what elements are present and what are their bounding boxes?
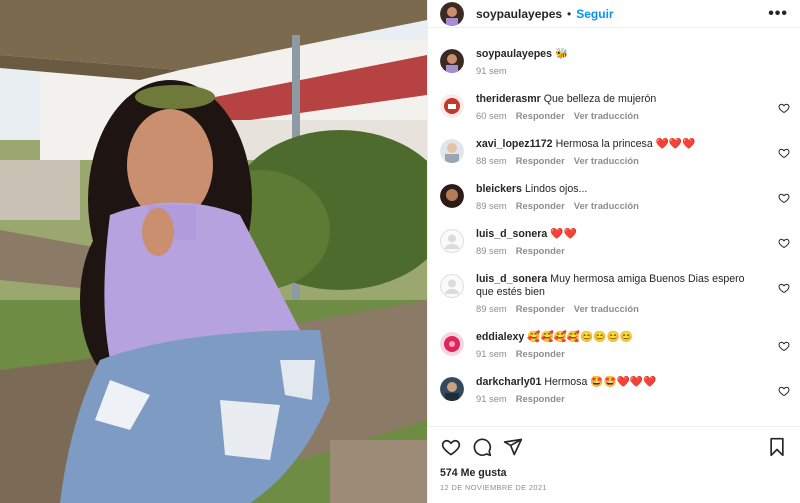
- comment-text: 🥰🥰🥰🥰😊😊😊😊: [527, 331, 633, 343]
- comment-time[interactable]: 91 sem: [476, 393, 507, 404]
- commenter-avatar[interactable]: [440, 139, 464, 163]
- share-button[interactable]: [502, 436, 524, 458]
- reply-button[interactable]: Responder: [516, 155, 565, 166]
- comment-time[interactable]: 60 sem: [476, 110, 507, 121]
- comment-text: Hermosa 🤩🤩❤️❤️❤️: [544, 376, 657, 388]
- commenter-avatar[interactable]: [440, 229, 464, 253]
- comment-username[interactable]: luis_d_sonera: [476, 228, 547, 240]
- see-translation-button[interactable]: Ver traducción: [574, 155, 639, 166]
- heart-icon[interactable]: [778, 147, 790, 159]
- comment-time[interactable]: 88 sem: [476, 155, 507, 166]
- reply-button[interactable]: Responder: [516, 245, 565, 256]
- post-date: 12 de noviembre de 2021: [440, 483, 547, 492]
- comment-item: eddialexy 🥰🥰🥰🥰😊😊😊😊 91 sem Responder: [428, 331, 800, 359]
- reply-button[interactable]: Responder: [516, 200, 565, 211]
- caption-text: 🐝: [554, 48, 569, 60]
- like-button[interactable]: [440, 436, 462, 458]
- commenter-avatar[interactable]: [440, 377, 464, 401]
- heart-icon[interactable]: [778, 282, 790, 294]
- comment-item: xavi_lopez1172 Hermosa la princesa ❤️❤️❤️…: [428, 138, 800, 166]
- follow-button[interactable]: Seguir: [576, 7, 613, 21]
- heart-icon[interactable]: [778, 237, 790, 249]
- save-button[interactable]: [766, 436, 788, 458]
- action-bar: [428, 426, 800, 466]
- caption: soypaulayepes 🐝 91 sem: [428, 48, 800, 76]
- caption-time[interactable]: 91 sem: [476, 65, 507, 76]
- share-icon: [503, 438, 523, 455]
- comment-icon: [473, 438, 492, 456]
- reply-button[interactable]: Responder: [516, 303, 565, 314]
- comment-time[interactable]: 89 sem: [476, 200, 507, 211]
- comment-button[interactable]: [471, 436, 493, 458]
- more-options-icon[interactable]: •••: [768, 5, 788, 22]
- caption-username[interactable]: soypaulayepes: [476, 48, 552, 60]
- post-image: [0, 0, 427, 503]
- heart-icon[interactable]: [778, 192, 790, 204]
- comment-item: bleickers Lindos ojos... 89 sem Responder…: [428, 183, 800, 211]
- post-header: soypaulayepes • Seguir •••: [428, 0, 800, 28]
- comment-item: theriderasmr Que belleza de mujerón 60 se…: [428, 93, 800, 121]
- likes-count[interactable]: 574 Me gusta: [440, 467, 507, 479]
- reply-button[interactable]: Responder: [516, 393, 565, 404]
- comment-username[interactable]: luis_d_sonera: [476, 273, 547, 285]
- comment-text: Lindos ojos...: [524, 183, 588, 195]
- comment-item: darkcharly01 Hermosa 🤩🤩❤️❤️❤️ 91 sem Resp…: [428, 376, 800, 404]
- commenter-avatar[interactable]: [440, 274, 464, 298]
- heart-icon[interactable]: [778, 340, 790, 352]
- see-translation-button[interactable]: Ver traducción: [574, 303, 639, 314]
- see-translation-button[interactable]: Ver traducción: [574, 200, 639, 211]
- heart-icon[interactable]: [778, 102, 790, 114]
- reply-button[interactable]: Responder: [516, 348, 565, 359]
- post-photo[interactable]: [0, 0, 427, 503]
- commenter-avatar[interactable]: [440, 94, 464, 118]
- comment-time[interactable]: 91 sem: [476, 348, 507, 359]
- author-username[interactable]: soypaulayepes: [476, 7, 562, 21]
- comment-username[interactable]: darkcharly01: [476, 376, 541, 388]
- comment-time[interactable]: 89 sem: [476, 303, 507, 314]
- reply-button[interactable]: Responder: [516, 110, 565, 121]
- comment-text: Que belleza de mujerón: [543, 93, 657, 105]
- author-avatar[interactable]: [440, 49, 464, 73]
- post-sidebar: soypaulayepes • Seguir ••• soypaulayepes…: [427, 0, 800, 503]
- comment-text: Hermosa la princesa ❤️❤️❤️: [555, 138, 696, 150]
- comment-username[interactable]: xavi_lopez1172: [476, 138, 553, 150]
- comment-username[interactable]: theriderasmr: [476, 93, 541, 105]
- heart-icon: [441, 439, 461, 455]
- commenter-avatar[interactable]: [440, 332, 464, 356]
- separator-dot: •: [567, 6, 572, 21]
- author-avatar[interactable]: [440, 1, 464, 26]
- comment-username[interactable]: bleickers: [476, 183, 522, 195]
- comment-text: ❤️❤️: [550, 228, 577, 240]
- heart-icon[interactable]: [778, 385, 790, 397]
- comment-item: luis_d_sonera ❤️❤️ 89 sem Responder: [428, 228, 800, 256]
- comment-username[interactable]: eddialexy: [476, 331, 524, 343]
- bookmark-icon: [770, 437, 784, 456]
- commenter-avatar[interactable]: [440, 184, 464, 208]
- comment-item: luis_d_sonera Muy hermosa amiga Buenos Di…: [428, 273, 800, 314]
- comment-time[interactable]: 89 sem: [476, 245, 507, 256]
- comments-list[interactable]: soypaulayepes 🐝 91 sem theriderasmr Que be…: [428, 37, 800, 425]
- see-translation-button[interactable]: Ver traducción: [574, 110, 639, 121]
